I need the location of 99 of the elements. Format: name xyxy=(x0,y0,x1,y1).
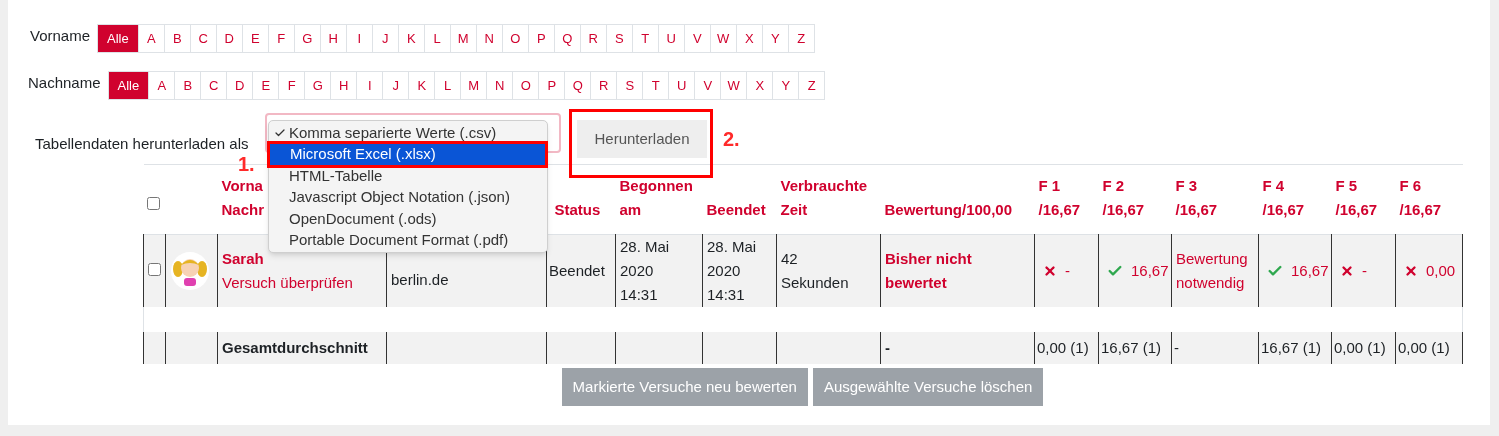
average-score: 0,00 (1) xyxy=(1331,332,1396,364)
question-score[interactable]: - xyxy=(1362,259,1367,283)
email-text: berlin.de xyxy=(391,270,449,288)
letter-filter[interactable]: A xyxy=(148,71,176,100)
average-score: 0,00 (1) xyxy=(1034,332,1099,364)
format-option[interactable]: Portable Document Format (.pdf) xyxy=(269,229,547,251)
column-header[interactable]: Beendet xyxy=(702,164,777,235)
letter-filter[interactable]: W xyxy=(720,71,748,100)
letter-filter[interactable]: W xyxy=(709,24,737,53)
format-option[interactable]: Komma separierte Werte (.csv) xyxy=(269,122,547,144)
letter-filter[interactable]: P xyxy=(538,71,566,100)
letter-filter[interactable]: F xyxy=(278,71,306,100)
average-score: - xyxy=(1171,332,1259,364)
column-header[interactable]: F 5 /16,67 xyxy=(1331,164,1396,235)
cross-icon xyxy=(1340,264,1354,278)
letter-filter[interactable]: L xyxy=(423,24,451,53)
select-all-checkbox[interactable] xyxy=(146,196,160,210)
letter-filter[interactable]: O xyxy=(501,24,529,53)
letter-filter[interactable]: E xyxy=(252,71,280,100)
column-header[interactable]: F 3 /16,67 xyxy=(1171,164,1259,235)
question-score[interactable]: 16,67 xyxy=(1291,259,1329,283)
letter-filter[interactable]: K xyxy=(397,24,425,53)
avatar-icon xyxy=(170,251,210,291)
average-score: 0,00 (1) xyxy=(1395,332,1463,364)
letter-filter[interactable]: G xyxy=(304,71,332,100)
row-checkbox[interactable] xyxy=(148,262,161,276)
column-header[interactable]: F 4 /16,67 xyxy=(1258,164,1332,235)
letter-filter[interactable]: J xyxy=(371,24,399,53)
letter-filter[interactable]: H xyxy=(319,24,347,53)
step-label: 2. xyxy=(723,127,740,152)
cross-icon xyxy=(1404,264,1418,278)
question-score[interactable]: 16,67 xyxy=(1131,259,1169,283)
average-label: Gesamtdurchschnitt xyxy=(217,332,387,364)
column-header[interactable]: Begonnen am xyxy=(615,164,703,235)
letter-filter[interactable]: E xyxy=(241,24,269,53)
letter-filter[interactable]: U xyxy=(657,24,685,53)
review-link[interactable]: Versuch überprüfen xyxy=(222,271,386,295)
letter-filter[interactable]: Q xyxy=(564,71,592,100)
letter-filter[interactable]: J xyxy=(382,71,410,100)
column-header[interactable]: Status xyxy=(546,164,616,235)
letter-filter[interactable]: O xyxy=(512,71,540,100)
letter-filter[interactable]: T xyxy=(631,24,659,53)
column-header[interactable]: Bewertung/100,00 xyxy=(880,164,1035,235)
format-option[interactable]: HTML-Tabelle xyxy=(269,165,547,187)
download-button[interactable]: Herunterladen xyxy=(577,120,707,158)
average-score: 16,67 (1) xyxy=(1258,332,1332,364)
letter-filter[interactable]: P xyxy=(527,24,555,53)
question-score[interactable]: 0,00 xyxy=(1426,259,1456,283)
letter-filter[interactable]: X xyxy=(746,71,774,100)
column-header[interactable]: F 6 /16,67 xyxy=(1395,164,1463,235)
grading-needed-link[interactable]: Bewertung notwendig xyxy=(1176,247,1258,295)
letter-filter[interactable]: R xyxy=(579,24,607,53)
letter-filter[interactable]: B xyxy=(163,24,191,53)
average-score: 16,67 (1) xyxy=(1098,332,1172,364)
letter-filter[interactable]: S xyxy=(616,71,644,100)
letter-filter[interactable]: S xyxy=(605,24,633,53)
column-header[interactable]: F 1 /16,67 xyxy=(1034,164,1099,235)
letter-filter[interactable]: F xyxy=(267,24,295,53)
letter-filter[interactable]: Y xyxy=(761,24,789,53)
question-score[interactable]: - xyxy=(1065,259,1070,283)
letter-filter[interactable]: C xyxy=(189,24,217,53)
letter-filter[interactable]: A xyxy=(137,24,165,53)
step-label: 1. xyxy=(238,152,255,177)
letter-filter[interactable]: V xyxy=(694,71,722,100)
letter-filter[interactable]: Z xyxy=(787,24,815,53)
format-option[interactable]: Javascript Object Notation (.json) xyxy=(269,186,547,208)
letter-filter[interactable]: G xyxy=(293,24,321,53)
letter-filter[interactable]: X xyxy=(735,24,763,53)
letter-filter[interactable]: U xyxy=(668,71,696,100)
letter-filter[interactable]: I xyxy=(356,71,384,100)
filter-label: Nachname xyxy=(28,73,101,94)
letter-filter[interactable]: T xyxy=(642,71,670,100)
format-option[interactable]: OpenDocument (.ods) xyxy=(269,208,547,230)
letter-filter[interactable]: I xyxy=(345,24,373,53)
column-header[interactable]: F 2 /16,67 xyxy=(1098,164,1172,235)
letter-filter[interactable]: D xyxy=(215,24,243,53)
column-header[interactable]: Verbrauchte Zeit xyxy=(776,164,881,235)
letter-filter[interactable]: N xyxy=(475,24,503,53)
letter-filter[interactable]: M xyxy=(460,71,488,100)
letter-filter[interactable]: Y xyxy=(772,71,800,100)
letter-filter[interactable]: V xyxy=(683,24,711,53)
letter-filter[interactable]: Z xyxy=(798,71,826,100)
letter-filter[interactable]: Alle xyxy=(107,71,150,100)
letter-filter[interactable]: M xyxy=(449,24,477,53)
letter-filter[interactable]: B xyxy=(174,71,202,100)
download-label: Tabellendaten herunterladen als xyxy=(35,133,250,154)
letter-filter[interactable]: C xyxy=(200,71,228,100)
filter-label: Vorname xyxy=(30,26,91,47)
cross-icon xyxy=(1043,264,1057,278)
letter-filter[interactable]: H xyxy=(330,71,358,100)
format-option[interactable]: Microsoft Excel (.xlsx) xyxy=(270,143,546,165)
letter-filter[interactable]: D xyxy=(226,71,254,100)
average-grade: - xyxy=(880,332,1035,364)
letter-filter[interactable]: L xyxy=(434,71,462,100)
letter-filter[interactable]: N xyxy=(486,71,514,100)
letter-filter[interactable]: Q xyxy=(553,24,581,53)
letter-filter[interactable]: Alle xyxy=(97,24,139,53)
letter-filter[interactable]: R xyxy=(590,71,618,100)
letter-filter[interactable]: K xyxy=(408,71,436,100)
